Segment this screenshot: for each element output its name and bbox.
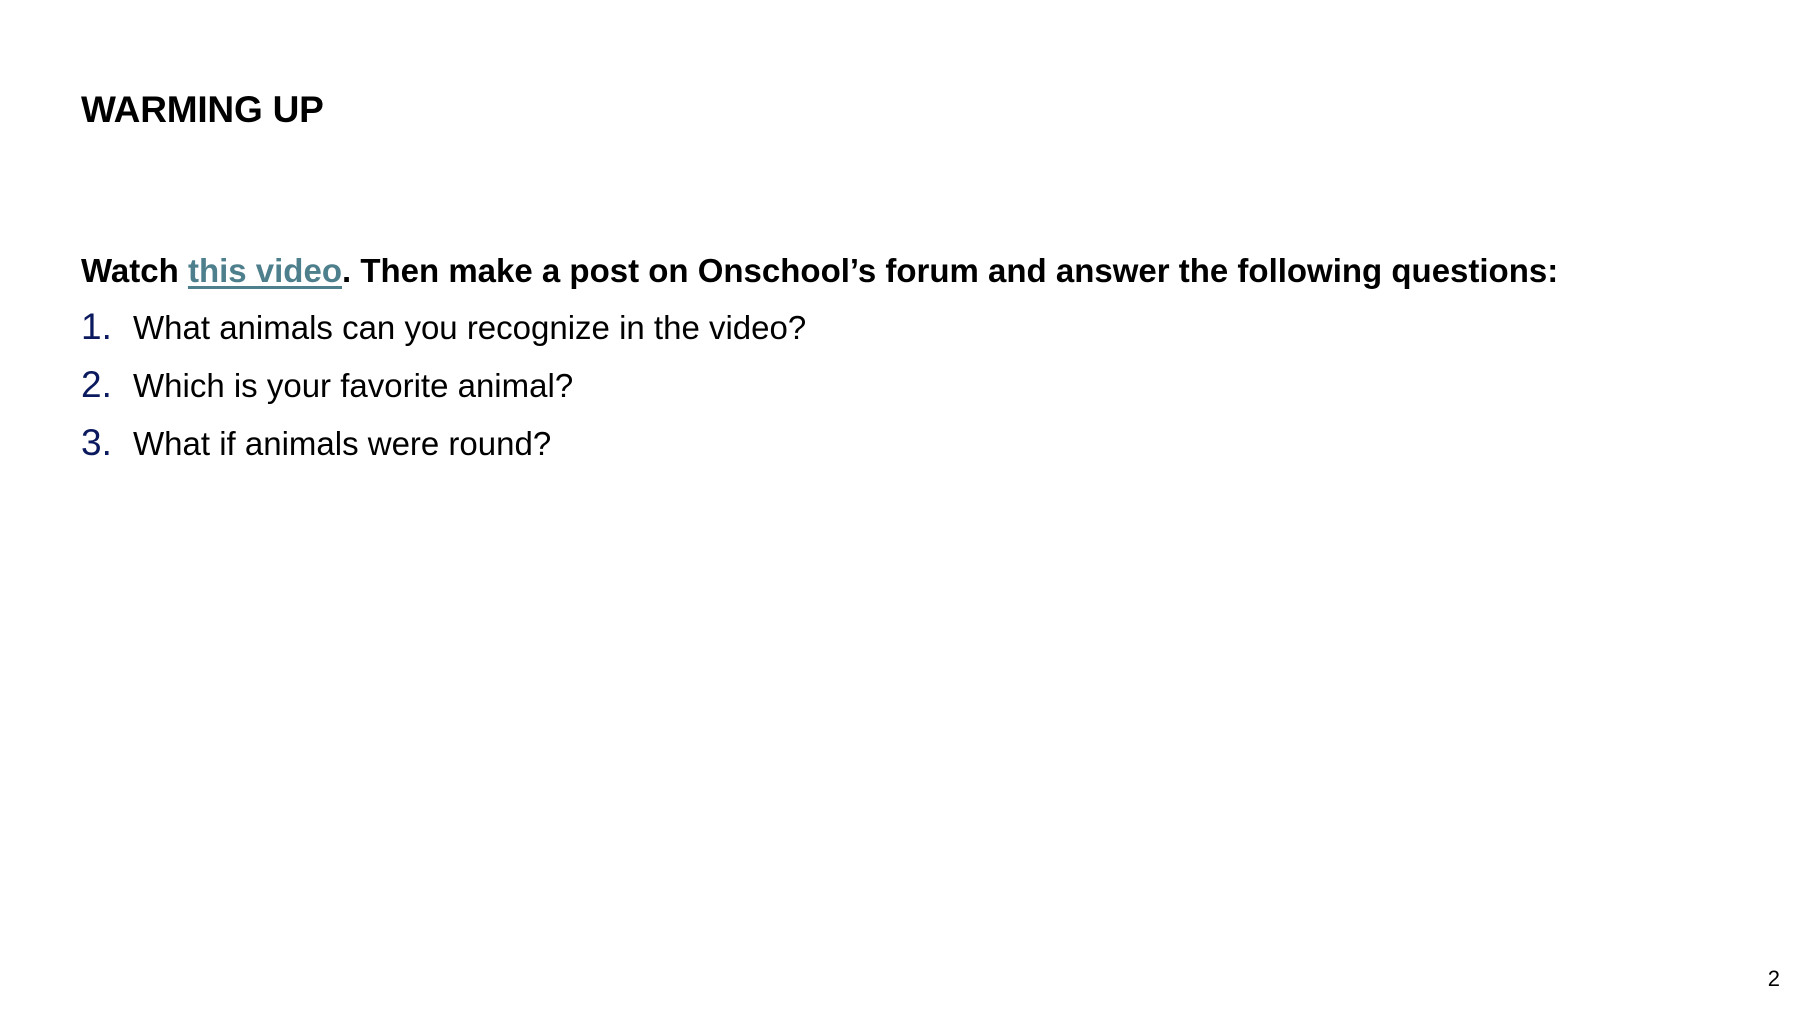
- question-text: Which is your favorite animal?: [133, 367, 574, 404]
- question-number: 3.: [81, 422, 112, 463]
- slide: WARMING UP Watch this video. Then make a…: [0, 0, 1800, 1012]
- question-item: 2. Which is your favorite animal?: [81, 364, 806, 422]
- slide-title: WARMING UP: [81, 89, 324, 130]
- instructions-prefix: Watch: [81, 252, 188, 289]
- question-text: What animals can you recognize in the vi…: [133, 309, 807, 346]
- instructions-text: Watch this video. Then make a post on On…: [81, 251, 1558, 291]
- question-number: 2.: [81, 364, 112, 405]
- instructions-suffix: . Then make a post on Onschool’s forum a…: [341, 252, 1559, 289]
- question-text: What if animals were round?: [133, 425, 552, 462]
- question-item: 1. What animals can you recognize in the…: [81, 306, 806, 364]
- video-link[interactable]: this video: [188, 252, 342, 289]
- page-number: 2: [1767, 966, 1780, 991]
- question-number: 1.: [81, 306, 112, 347]
- questions-list: 1. What animals can you recognize in the…: [81, 306, 806, 480]
- question-item: 3. What if animals were round?: [81, 422, 806, 480]
